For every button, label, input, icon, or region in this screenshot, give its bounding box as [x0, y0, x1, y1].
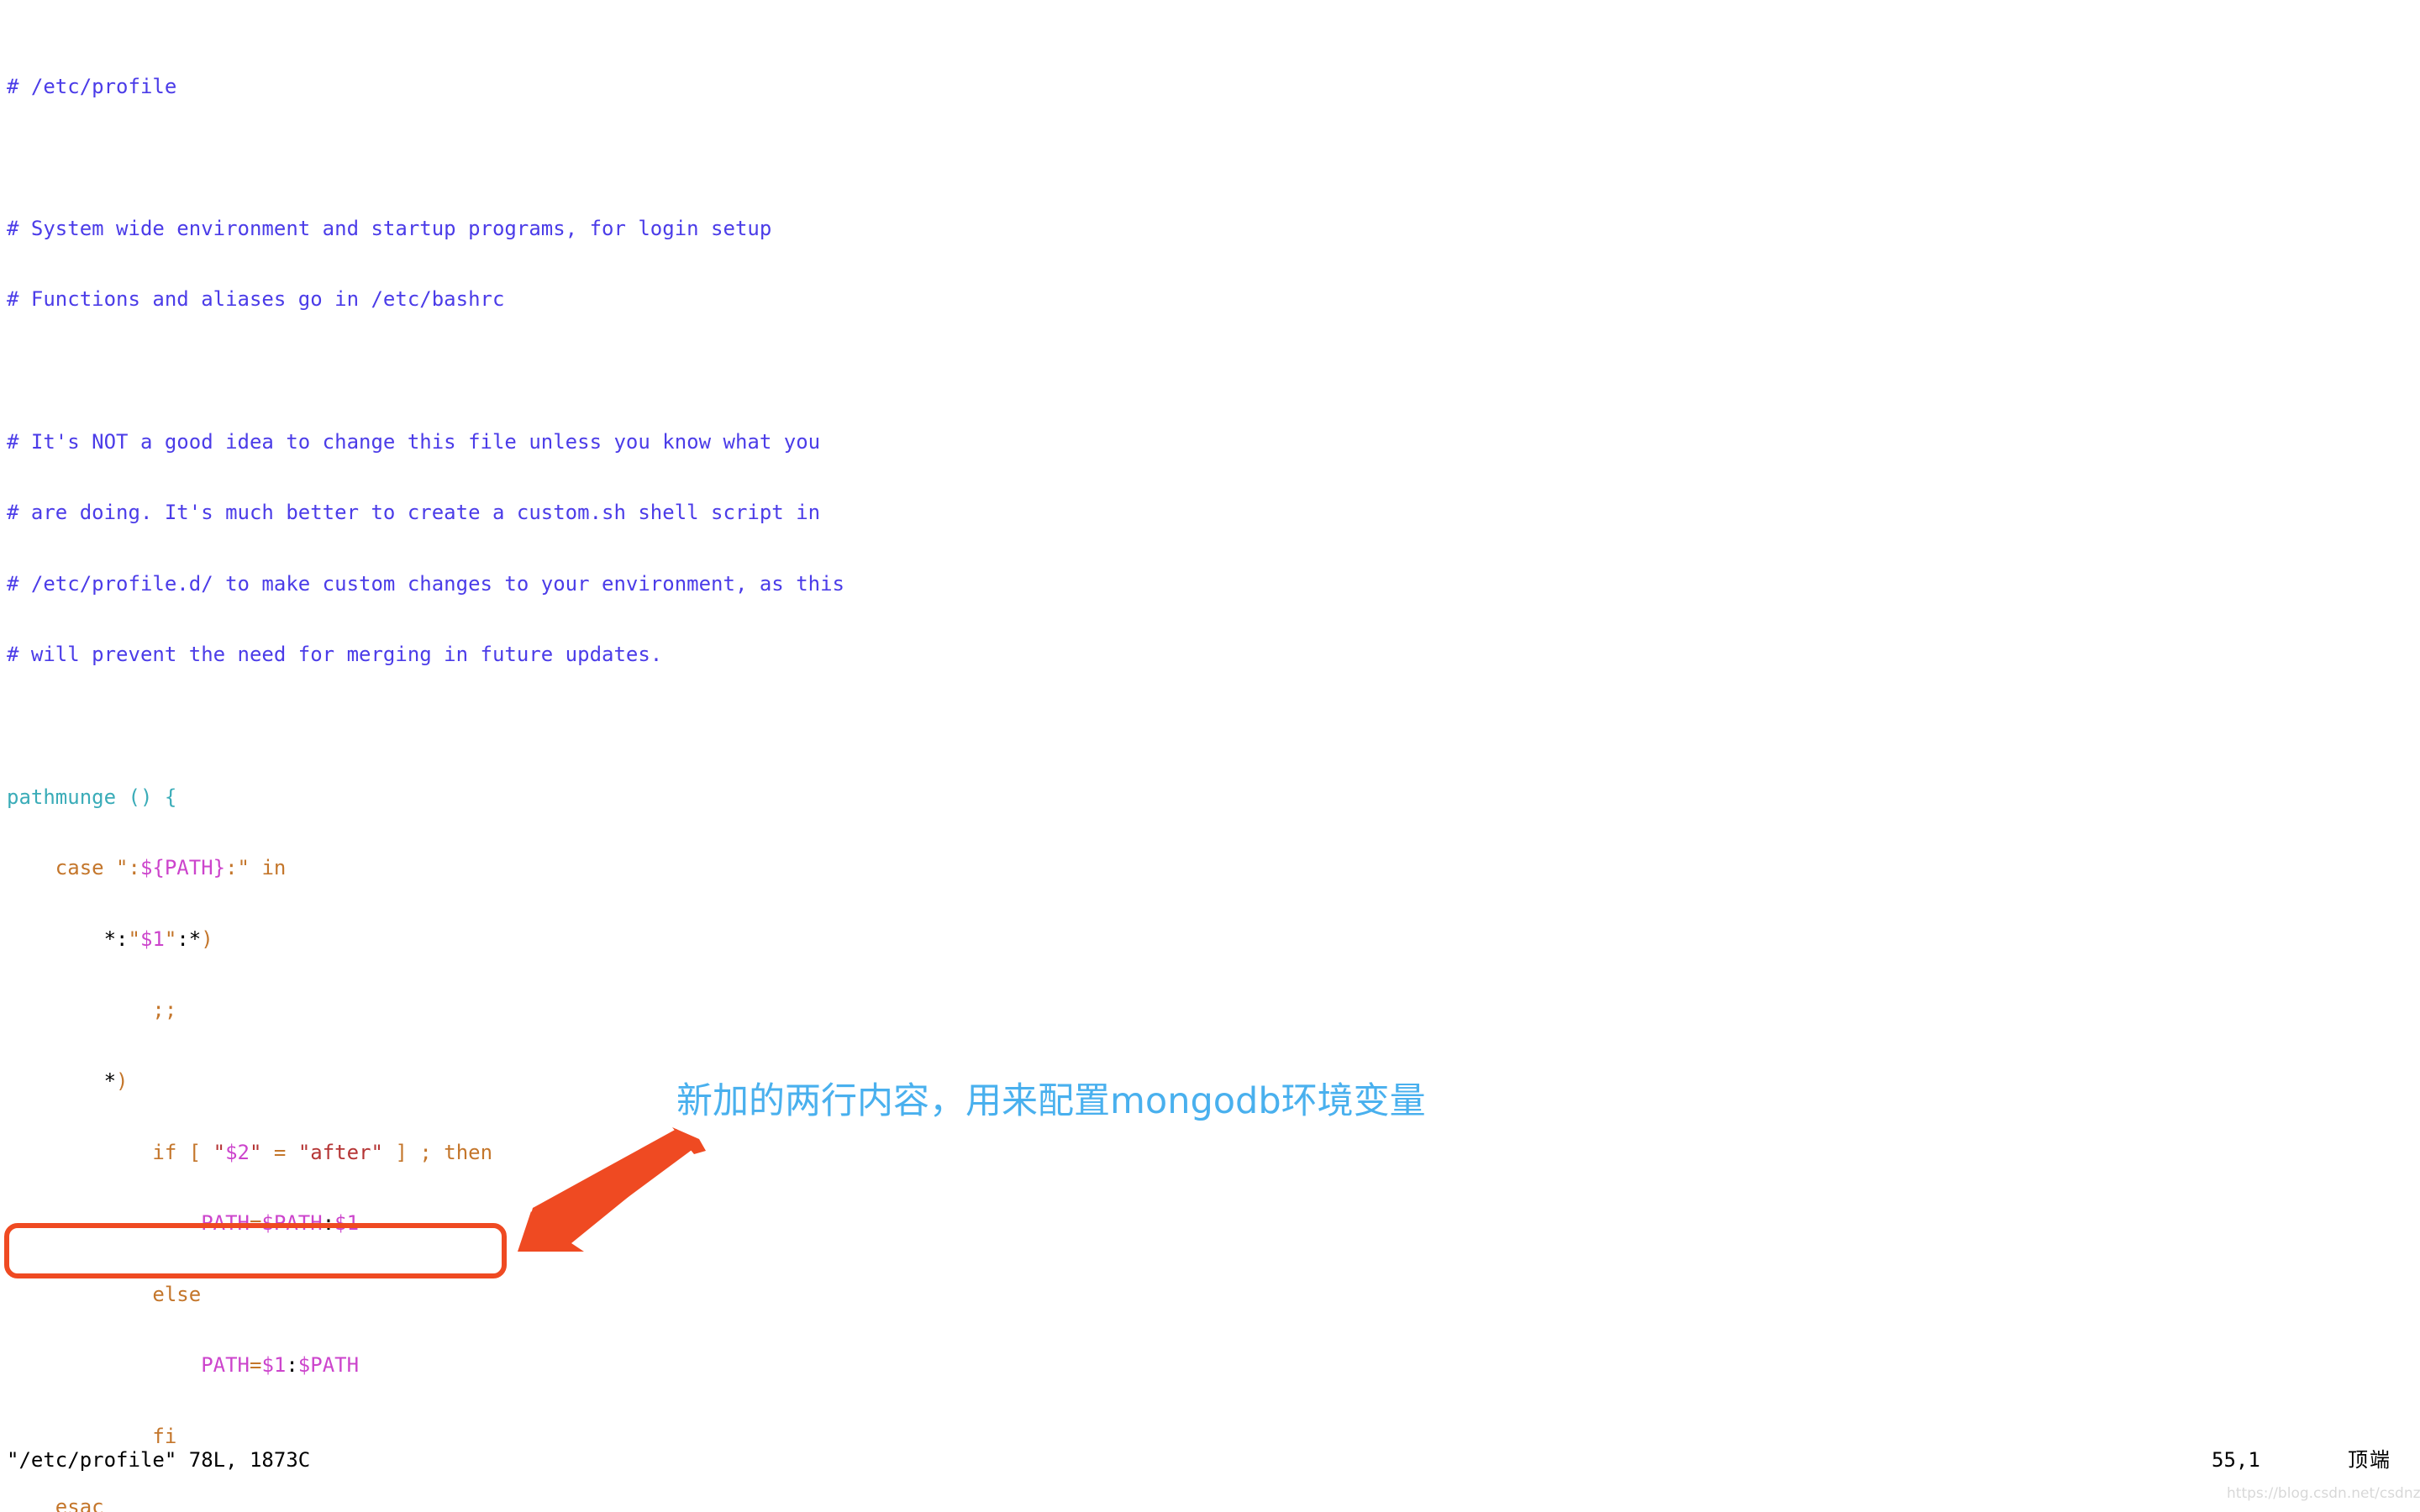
- status-scroll-position: 顶端: [2348, 1448, 2391, 1472]
- buffer-line: # It's NOT a good idea to change this fi…: [7, 429, 821, 454]
- buffer-line: # Functions and aliases go in /etc/bashr…: [7, 287, 505, 312]
- buffer-line: # /etc/profile.d/ to make custom changes…: [7, 571, 844, 596]
- buffer-line: esac: [55, 1495, 104, 1512]
- buffer-line: [7, 145, 2420, 169]
- buffer-line: ;;: [152, 998, 177, 1022]
- buffer-line: pathmunge () {: [7, 785, 177, 809]
- buffer-line: *:"$1":*): [7, 927, 213, 951]
- buffer-line: # System wide environment and startup pr…: [7, 216, 772, 240]
- buffer-line: PATH=$PATH:$1: [201, 1211, 360, 1236]
- buffer-line: if [ "$2" = "after" ] ; then: [152, 1140, 493, 1164]
- status-cursor-ruler: 55,1: [2212, 1448, 2260, 1472]
- vim-editor-window[interactable]: # /etc/profile # System wide environment…: [0, 0, 2420, 1512]
- vim-status-line: "/etc/profile" 78L, 1873C 55,1 顶端: [0, 1443, 2420, 1477]
- buffer-line: # will prevent the need for merging in f…: [7, 643, 663, 667]
- buffer-line: case ":${PATH}:" in: [55, 856, 287, 880]
- buffer-line: # /etc/profile: [7, 74, 177, 98]
- buffer-line: [7, 359, 2420, 382]
- buffer-line: PATH=$1:$PATH: [201, 1353, 360, 1378]
- buffer-line: [7, 714, 2420, 738]
- buffer-line: # are doing. It's much better to create …: [7, 501, 821, 525]
- status-file-info: "/etc/profile" 78L, 1873C: [7, 1448, 311, 1472]
- buffer-line: else: [152, 1282, 202, 1306]
- buffer-line: *): [7, 1068, 129, 1093]
- editor-text-buffer[interactable]: # /etc/profile # System wide environment…: [0, 0, 2420, 1512]
